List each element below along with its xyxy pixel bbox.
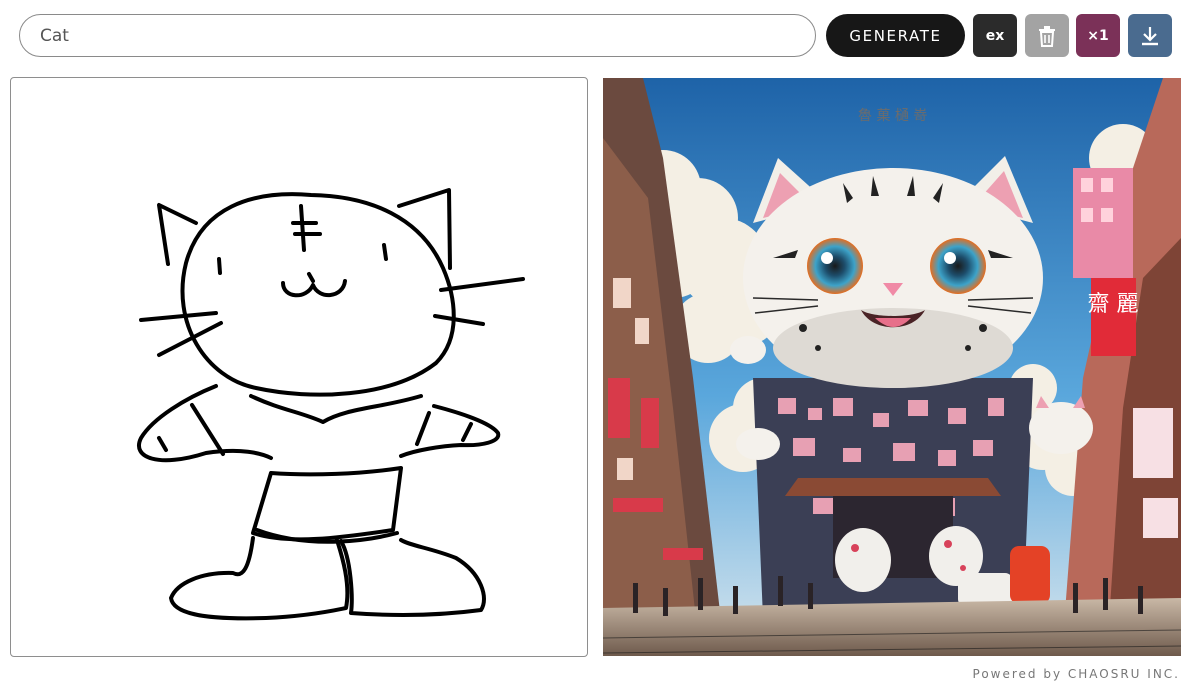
download-button[interactable] [1128, 14, 1172, 57]
cat-sketch-drawing [137, 188, 525, 621]
generated-city-cat-illustration: 齋 麗 魯 菓 樋 嵜 [603, 78, 1181, 656]
sky-sign-text: 魯 菓 樋 嵜 [858, 108, 927, 124]
clear-button[interactable] [1025, 14, 1069, 57]
toolbar: GENERATE ex ×1 [0, 0, 1200, 72]
generated-image: 齋 麗 魯 菓 樋 嵜 [603, 78, 1181, 656]
trash-icon [1039, 25, 1055, 47]
download-icon [1142, 26, 1158, 45]
ex-button[interactable]: ex [973, 14, 1017, 57]
count-button[interactable]: ×1 [1076, 14, 1120, 57]
red-sign-text: 齋 麗 [1088, 292, 1139, 317]
prompt-input[interactable] [19, 14, 816, 57]
sketch-canvas[interactable] [10, 77, 588, 657]
powered-by-footer: Powered by CHAOSRU INC. [972, 667, 1180, 681]
generate-button[interactable]: GENERATE [826, 14, 965, 57]
